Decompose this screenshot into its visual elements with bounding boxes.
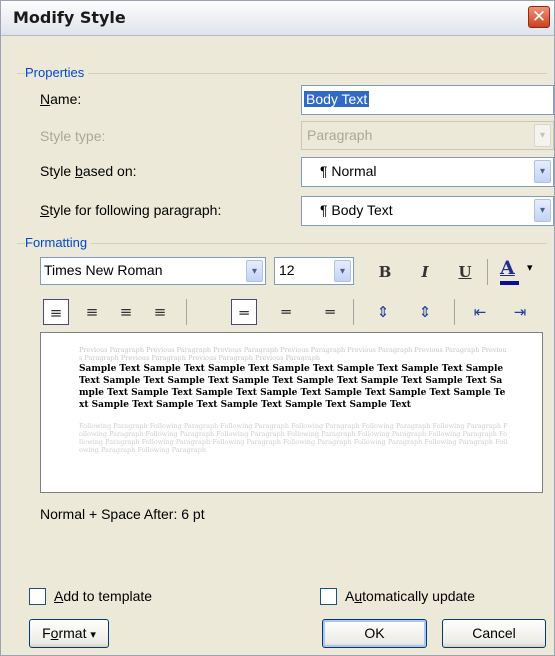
- align-left-icon[interactable]: ≡: [43, 299, 69, 325]
- chevron-down-icon: ▾: [534, 199, 551, 222]
- automatically-update-checkbox[interactable]: [320, 588, 337, 605]
- chevron-down-icon: ▾: [90, 629, 96, 641]
- chevron-down-icon: ▾: [534, 124, 551, 147]
- align-center-icon[interactable]: ≡: [79, 299, 105, 325]
- close-icon: ✕: [531, 7, 547, 27]
- chevron-down-icon: ▾: [527, 261, 533, 274]
- double-spacing-icon[interactable]: ═: [317, 299, 343, 325]
- single-spacing-icon[interactable]: ═: [231, 299, 257, 325]
- modify-style-dialog: Modify Style ✕ Properties Name: Body Tex…: [0, 0, 555, 656]
- toolbar-separator: [186, 299, 187, 325]
- add-to-template-label: Add to template: [54, 588, 153, 604]
- formatting-group-title: Formatting: [25, 235, 92, 250]
- preview-sample-text: Sample Text Sample Text Sample Text Samp…: [79, 364, 507, 410]
- font-color-swatch: [500, 281, 519, 285]
- following-paragraph-value: ¶ Body Text: [320, 202, 393, 218]
- add-to-template-checkbox[interactable]: [29, 588, 46, 605]
- increase-paragraph-spacing-icon[interactable]: ⇕: [370, 299, 396, 325]
- style-type-label: Style type:: [40, 128, 106, 144]
- name-input-value: Body Text: [304, 91, 370, 107]
- formatting-divider: [17, 243, 547, 244]
- chevron-down-icon: ▾: [246, 260, 263, 282]
- chevron-down-icon: ▾: [334, 260, 351, 282]
- decrease-indent-icon[interactable]: ⇤: [467, 299, 493, 325]
- style-description: Normal + Space After: 6 pt: [40, 506, 205, 522]
- toolbar-separator: [353, 299, 354, 325]
- bold-button[interactable]: B: [372, 259, 398, 285]
- style-type-select[interactable]: Paragraph ▾: [301, 121, 554, 150]
- align-right-icon[interactable]: ≡: [113, 299, 139, 325]
- style-preview: Previous Paragraph Previous Paragraph Pr…: [40, 332, 543, 493]
- close-button[interactable]: ✕: [528, 6, 550, 28]
- based-on-label: Style based on:: [40, 163, 137, 179]
- ok-button[interactable]: OK: [322, 619, 427, 648]
- name-label: Name:: [40, 91, 82, 107]
- font-color-button[interactable]: A ▾: [496, 257, 544, 285]
- name-input[interactable]: Body Text: [301, 85, 554, 115]
- based-on-value: ¶ Normal: [320, 163, 377, 179]
- italic-button[interactable]: I: [412, 259, 438, 285]
- decrease-paragraph-spacing-icon[interactable]: ⇕: [412, 299, 438, 325]
- toolbar-separator: [454, 299, 455, 325]
- automatically-update-label: Automatically update: [345, 588, 475, 604]
- font-size-select[interactable]: 12 ▾: [274, 257, 354, 285]
- font-size-value: 12: [279, 262, 295, 278]
- preview-following-paragraph: Following Paragraph Following Paragraph …: [79, 422, 508, 454]
- properties-group-title: Properties: [25, 65, 89, 80]
- following-paragraph-select[interactable]: ¶ Body Text ▾: [301, 196, 554, 226]
- toolbar-separator: [487, 259, 488, 285]
- style-type-value: Paragraph: [307, 127, 373, 143]
- dialog-title: Modify Style: [13, 8, 126, 27]
- format-button[interactable]: Format ▾: [29, 619, 109, 648]
- justify-icon[interactable]: ≡: [147, 299, 173, 325]
- underline-button[interactable]: U: [452, 259, 478, 285]
- one-half-spacing-icon[interactable]: ═: [273, 299, 299, 325]
- cancel-button[interactable]: Cancel: [442, 619, 546, 648]
- font-color-icon: A: [500, 257, 515, 279]
- properties-divider: [17, 73, 547, 74]
- increase-indent-icon[interactable]: ⇥: [507, 299, 533, 325]
- font-name-select[interactable]: Times New Roman ▾: [40, 257, 266, 285]
- based-on-select[interactable]: ¶ Normal ▾: [301, 157, 554, 187]
- font-name-value: Times New Roman: [44, 262, 163, 278]
- title-bar: Modify Style ✕: [1, 1, 554, 36]
- chevron-down-icon: ▾: [534, 160, 551, 183]
- following-paragraph-label: Style for following paragraph:: [40, 202, 222, 218]
